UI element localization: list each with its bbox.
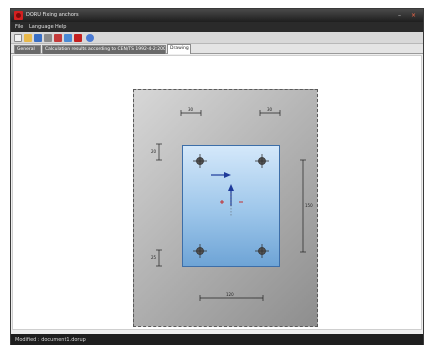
dimension-label-bottom-width: 120: [226, 292, 234, 297]
close-button[interactable]: ×: [409, 11, 418, 20]
dimension-label-top-left: 30: [188, 107, 194, 112]
tab-bar: General Calculation results according to…: [11, 44, 423, 54]
horizontal-force-arrow-icon: [211, 172, 231, 178]
pdf-icon[interactable]: [74, 34, 82, 42]
delete-icon[interactable]: [54, 34, 62, 42]
title-bar: DORU Fixing anchors – ×: [11, 9, 423, 22]
anchor-top-right[interactable]: [255, 154, 269, 168]
window-title: DORU Fixing anchors: [26, 12, 79, 18]
tab-drawing[interactable]: Drawing: [167, 44, 191, 54]
open-folder-icon[interactable]: [24, 34, 32, 42]
toolbar: [11, 32, 423, 44]
properties-icon[interactable]: [64, 34, 72, 42]
minimize-button[interactable]: –: [395, 11, 404, 20]
dimension-label-left-lower: 25: [151, 255, 157, 260]
dimension-label-left-upper: 20: [151, 149, 157, 154]
dimension-label-right-height: 150: [305, 203, 313, 208]
save-icon[interactable]: [34, 34, 42, 42]
menu-language[interactable]: Language: [29, 24, 54, 30]
menu-help[interactable]: Help: [55, 24, 66, 30]
app-logo-icon: [14, 11, 23, 20]
anchor-bottom-left[interactable]: [193, 244, 207, 258]
dimension-left-upper: [156, 143, 162, 161]
anchor-top-left[interactable]: [193, 154, 207, 168]
new-document-icon[interactable]: [14, 34, 22, 42]
tab-general[interactable]: General: [14, 45, 41, 54]
dimension-label-top-right: 30: [267, 107, 273, 112]
menu-bar: File Language Help: [11, 22, 423, 32]
status-bar: Modified : document1.dorup: [11, 334, 423, 345]
tab-calculation-results[interactable]: Calculation results according to CEN/TS …: [42, 45, 166, 54]
drawing-overlay: [156, 110, 306, 301]
anchor-bottom-right[interactable]: [255, 244, 269, 258]
menu-file[interactable]: File: [15, 24, 23, 30]
app-window: DORU Fixing anchors – × File Language He…: [10, 8, 424, 345]
status-text: Modified : document1.dorup: [15, 337, 86, 343]
help-icon[interactable]: [86, 34, 94, 42]
dimension-left-lower: [156, 249, 162, 267]
print-icon[interactable]: [44, 34, 52, 42]
drawing-canvas: 30 30 20 25 150 120: [12, 55, 422, 330]
